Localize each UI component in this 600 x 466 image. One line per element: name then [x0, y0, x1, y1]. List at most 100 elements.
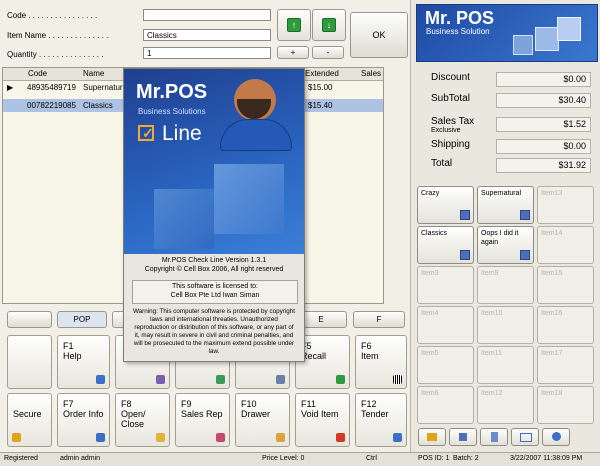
- discount-label: Discount: [431, 72, 470, 83]
- row-code: 00782219085: [27, 101, 76, 110]
- item-button-label: Classics: [421, 230, 448, 237]
- arrow-up-button[interactable]: ↑: [277, 9, 311, 41]
- row-extended: $15.00: [308, 83, 333, 92]
- warning-text: Warning: This computer software is prote…: [132, 308, 296, 355]
- item-button-label: Item5: [421, 350, 439, 357]
- help-icon: [96, 375, 105, 384]
- secure-button[interactable]: Secure: [7, 393, 52, 447]
- drawer-button[interactable]: F10 Drawer: [235, 393, 290, 447]
- quantity-field[interactable]: 1: [143, 47, 271, 59]
- item-name-field[interactable]: Classics: [143, 29, 271, 41]
- splash-logo: Mr.POS: [136, 81, 208, 103]
- splash-banner: Mr.POS Business Solutions ✓ Line: [124, 69, 304, 254]
- discount-value: $0.00: [496, 72, 591, 87]
- barcode-icon: [393, 375, 402, 384]
- person-body-icon: [220, 119, 292, 151]
- item-button[interactable]: Item14: [537, 226, 594, 264]
- minus-button[interactable]: -: [312, 46, 344, 59]
- fkey-number: F11: [301, 399, 316, 409]
- subtotal-label: SubTotal: [431, 93, 470, 104]
- help-button[interactable]: F1 Help: [57, 335, 110, 389]
- item-button[interactable]: Item13: [537, 186, 594, 224]
- search-icon: [276, 375, 285, 384]
- fkey-text: Item: [361, 351, 379, 361]
- tool-button-cube[interactable]: [449, 428, 477, 446]
- tender-button[interactable]: F12 Tender: [355, 393, 407, 447]
- item-button[interactable]: Item4: [417, 306, 474, 344]
- dept-button-pop[interactable]: POP: [57, 311, 107, 328]
- item-button[interactable]: F6 Item: [355, 335, 407, 389]
- item-button[interactable]: Item17: [537, 346, 594, 384]
- sales-rep-button[interactable]: F9 Sales Rep: [175, 393, 230, 447]
- license-owner: Cell Box Pte Ltd Iwan Siman: [170, 292, 260, 299]
- globe-icon: [552, 432, 561, 441]
- item-button-label: Item18: [541, 390, 563, 397]
- status-bar: Registered admin admin Price Level: 0 Ct…: [0, 452, 600, 466]
- users-icon: [216, 433, 225, 442]
- arrow-down-button[interactable]: ↓: [312, 9, 346, 41]
- lock-icon: [12, 433, 21, 442]
- item-button-label: Item15: [541, 270, 563, 277]
- item-button[interactable]: Item11: [477, 346, 534, 384]
- arrow-down-icon: ↓: [322, 18, 336, 32]
- item-button[interactable]: Item18: [537, 386, 594, 424]
- item-name-label: Item Name . . . . . . . . . . . . . .: [7, 31, 109, 40]
- cube-icon: [520, 250, 530, 260]
- status-datetime: 3/22/2007 11:38:09 PM: [510, 455, 583, 462]
- status-registered: Registered: [4, 455, 38, 462]
- item-button[interactable]: Item10: [477, 306, 534, 344]
- check-mark-icon: ✓: [142, 125, 154, 141]
- shipping-label: Shipping: [431, 139, 470, 150]
- dept-button-1[interactable]: [7, 311, 52, 328]
- total-row: Total $31.92: [411, 158, 600, 176]
- item-button[interactable]: Oops I did it again: [477, 226, 534, 264]
- cube-decoration-icon: [535, 27, 559, 51]
- recall-icon: [336, 375, 345, 384]
- item-button-label: Item3: [421, 270, 439, 277]
- plus-button[interactable]: +: [277, 46, 309, 59]
- item-button[interactable]: Item9: [477, 266, 534, 304]
- shipping-value: $0.00: [496, 139, 591, 154]
- item-button-label: Supernatural: [481, 190, 522, 197]
- item-button[interactable]: Item12: [477, 386, 534, 424]
- item-button[interactable]: Supernatural: [477, 186, 534, 224]
- tool-button-arrow[interactable]: [418, 428, 446, 446]
- header-extended: Extended: [305, 69, 339, 78]
- checkbox-icon: ✓: [138, 125, 154, 141]
- row-extended: $15.40: [308, 101, 333, 110]
- cube-decoration-icon: [557, 17, 581, 41]
- row-code: 48935489719: [27, 83, 76, 92]
- tool-button-globe[interactable]: [542, 428, 570, 446]
- void-item-button[interactable]: F11 Void Item: [295, 393, 350, 447]
- discount-row: Discount $0.00: [411, 72, 600, 90]
- item-button[interactable]: Item16: [537, 306, 594, 344]
- code-field[interactable]: [143, 9, 271, 21]
- status-pos-id: POS ID: 1: [418, 455, 450, 462]
- tool-button-document[interactable]: [480, 428, 508, 446]
- cube-icon: [96, 433, 105, 442]
- item-button[interactable]: Item6: [417, 386, 474, 424]
- ok-button[interactable]: OK: [350, 12, 408, 58]
- tool-button-window[interactable]: [511, 428, 539, 446]
- dept-button-f[interactable]: F: [353, 311, 405, 328]
- cube-icon: [460, 250, 470, 260]
- item-button[interactable]: Item3: [417, 266, 474, 304]
- item-button[interactable]: Item15: [537, 266, 594, 304]
- brand-title: Mr. POS: [425, 8, 495, 28]
- order-info-button[interactable]: F7 Order Info: [57, 393, 110, 447]
- fkey-text: Void Item: [301, 409, 339, 419]
- fkey-text: Order Info: [63, 409, 104, 419]
- fkey-text: Sales Rep: [181, 409, 223, 419]
- open-close-button[interactable]: F8 Open/ Close: [115, 393, 170, 447]
- item-button[interactable]: Crazy: [417, 186, 474, 224]
- item-button[interactable]: Classics: [417, 226, 474, 264]
- splash-tagline: Business Solutions: [138, 107, 206, 116]
- item-button-label: Item11: [481, 350, 502, 357]
- fkey-blank-button[interactable]: [7, 335, 52, 389]
- cube-icon: [520, 210, 530, 220]
- cube-icon: [459, 433, 467, 441]
- item-button[interactable]: Item5: [417, 346, 474, 384]
- folder-icon: [156, 433, 165, 442]
- fkey-number: F1: [63, 341, 74, 351]
- sales-tax-label: Sales Tax: [431, 116, 475, 127]
